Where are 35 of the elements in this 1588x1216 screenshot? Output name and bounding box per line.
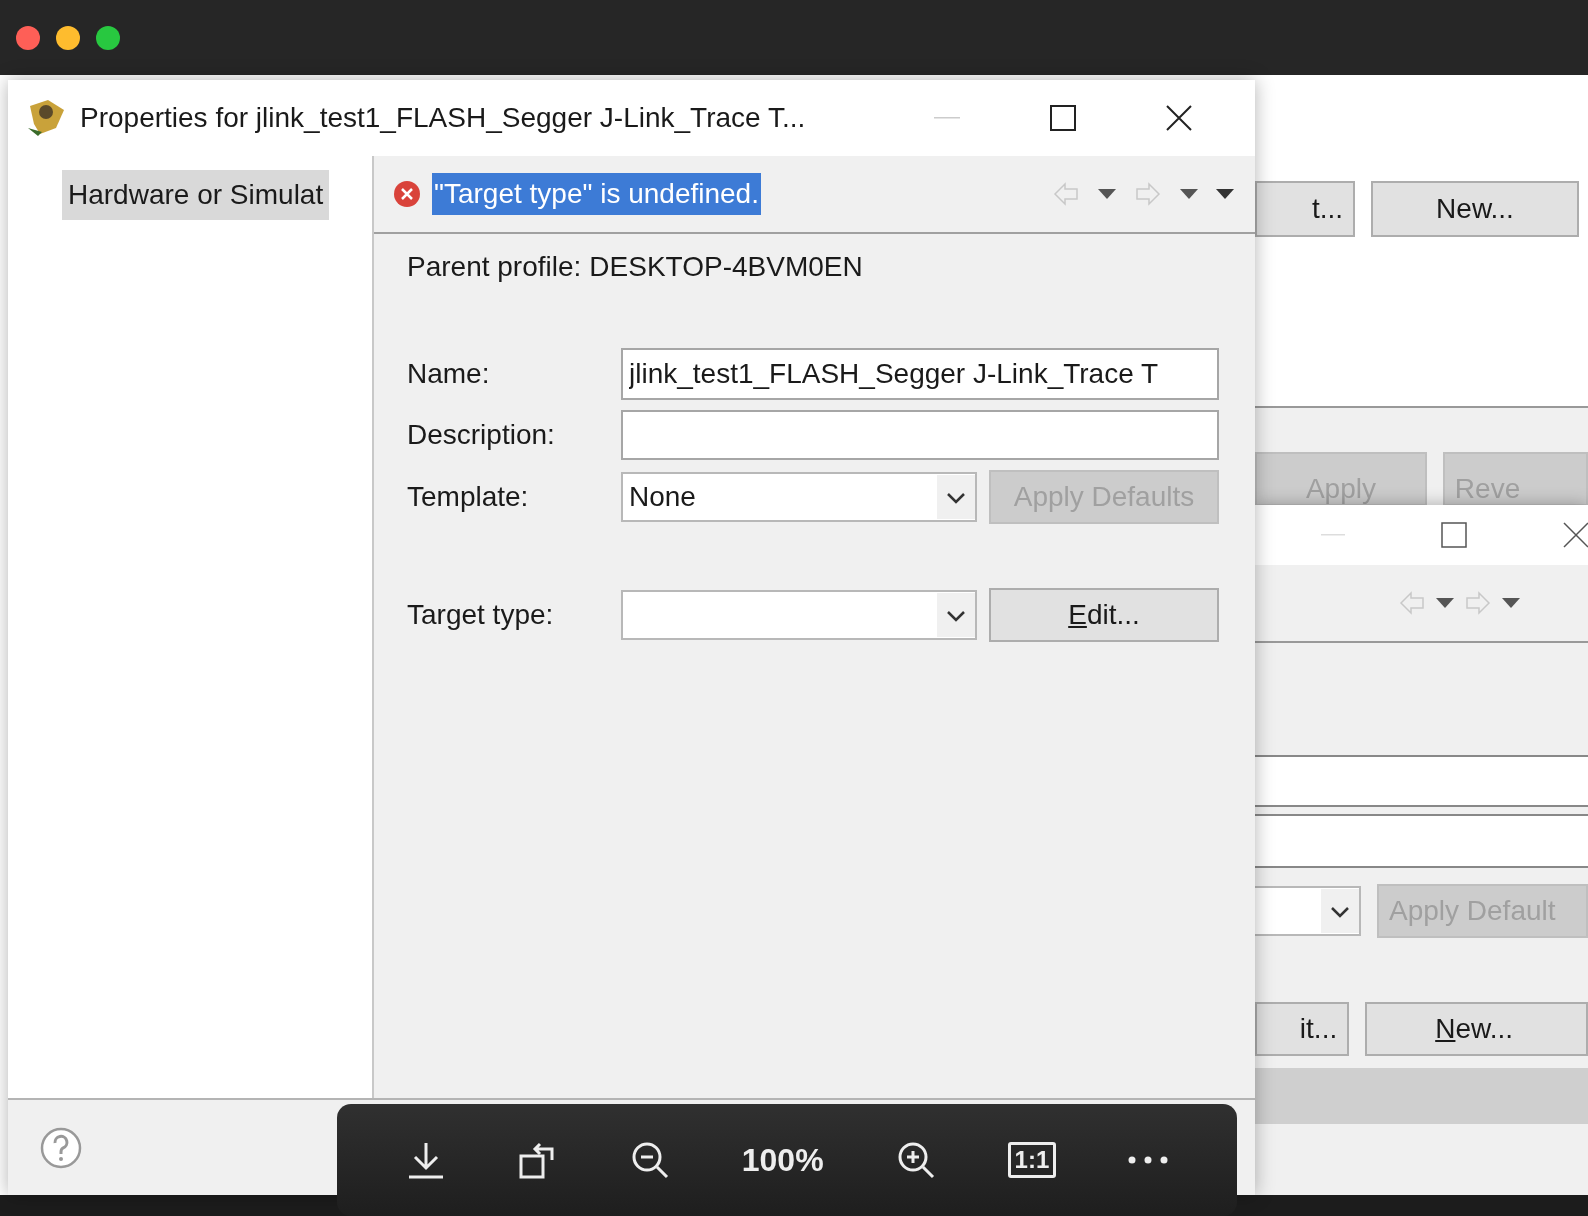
edit-button[interactable]: it...	[1255, 1002, 1350, 1056]
profile-value: DESKTOP-4BVM0EN	[589, 250, 863, 284]
field-label: Name:	[407, 357, 491, 391]
actual-size-button[interactable]: 1:1	[1007, 1142, 1057, 1178]
error-icon	[392, 179, 422, 209]
text-field[interactable]: jlink_test1_FLASH_Segger J-Link_Trace T	[621, 348, 1219, 400]
zoom-window-button[interactable]	[96, 25, 120, 50]
edit-button[interactable]: t...	[1255, 181, 1355, 237]
close-icon[interactable]	[1166, 105, 1192, 131]
dropdown-caret-icon[interactable]	[1097, 188, 1117, 200]
field-label: Description:	[407, 418, 556, 452]
dropdown-caret-icon[interactable]	[1179, 188, 1199, 200]
dropdown-field[interactable]	[621, 590, 977, 640]
close-window-button[interactable]	[16, 25, 40, 50]
dropdown-caret-icon[interactable]	[1435, 597, 1455, 609]
dropdown-caret-icon[interactable]	[1501, 597, 1521, 609]
close-icon[interactable]	[1563, 522, 1588, 548]
zoom-level: 100%	[741, 1141, 824, 1180]
new-button[interactable]: New...	[1371, 181, 1579, 237]
sidebar-item[interactable]: Hardware or Simulat	[62, 170, 330, 220]
edit-button[interactable]: Edit...	[989, 588, 1219, 642]
more-icon[interactable]	[1128, 1156, 1169, 1164]
field-label: Template:	[407, 480, 530, 514]
dropdown-field[interactable]	[1255, 886, 1361, 936]
minimize-window-button[interactable]	[56, 25, 80, 50]
window-title: Properties for jlink_test1_FLASH_Segger J-Link_Trace T...	[80, 101, 807, 135]
text-field[interactable]	[621, 410, 1219, 460]
menu-caret-icon[interactable]	[1215, 188, 1235, 200]
field-label: Parent profile:	[407, 250, 582, 284]
new-button[interactable]: New...	[1365, 1002, 1588, 1056]
dropdown-field[interactable]: None	[621, 472, 977, 522]
field-label: Target type:	[407, 598, 555, 632]
error-message: "Target type" is undefined.	[432, 173, 761, 215]
maximize-icon[interactable]	[1050, 105, 1076, 131]
help-icon[interactable]	[40, 1126, 82, 1169]
